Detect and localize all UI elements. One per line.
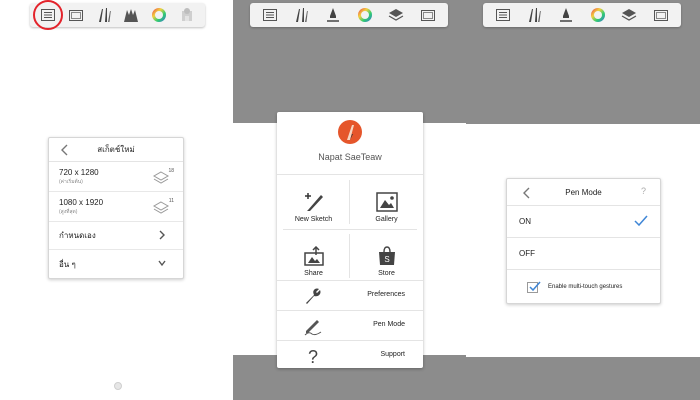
new-sketch-label: New Sketch: [294, 216, 333, 223]
back-icon[interactable]: [521, 186, 533, 200]
new-sketch-dialog: สเก็ตช์ใหม่ 720 x 1280 (ค่าเริ่มต้น) 18 …: [48, 137, 184, 279]
app-menu-card: Napat SaeTeaw New Sketch Gallery Share S…: [277, 112, 423, 368]
layers-icon: [153, 171, 169, 184]
chevron-down-icon: [158, 260, 166, 267]
multi-touch-checkbox[interactable]: [527, 281, 541, 293]
list-icon[interactable]: [260, 5, 280, 25]
help-icon[interactable]: ?: [641, 186, 646, 196]
brushes-icon[interactable]: [94, 5, 114, 25]
custom-size-row[interactable]: กำหนดเอง: [49, 222, 183, 250]
other-label: อื่น ๆ: [59, 259, 76, 269]
wrench-icon: [306, 288, 321, 304]
pen-mode-label: Pen Mode: [373, 321, 405, 328]
layers-count: 18: [168, 168, 174, 174]
new-sketch-icon: [304, 193, 323, 211]
divider: [349, 180, 350, 224]
disabled-tool-icon[interactable]: [177, 5, 197, 25]
size-label: 720 x 1280: [59, 167, 99, 177]
size-option-720[interactable]: 720 x 1280 (ค่าเริ่มต้น) 18: [49, 162, 183, 192]
size-label: 1080 x 1920: [59, 197, 104, 207]
canvas-icon[interactable]: [418, 5, 438, 25]
brushes-icon[interactable]: [291, 5, 311, 25]
layers-icon: [153, 201, 169, 214]
size-sublabel: (สูงที่สุด): [59, 208, 78, 215]
right-toolbar: [483, 3, 681, 27]
left-panel: สเก็ตช์ใหม่ 720 x 1280 (ค่าเริ่มต้น) 18 …: [0, 0, 233, 400]
color-wheel-icon[interactable]: [149, 5, 169, 25]
color-wheel-icon[interactable]: [355, 5, 375, 25]
mid-toolbar: [250, 3, 448, 27]
canvas-icon[interactable]: [651, 5, 671, 25]
preferences-label: Preferences: [367, 291, 405, 298]
pen-mode-row[interactable]: Pen Mode: [277, 310, 423, 340]
list-icon[interactable]: [493, 5, 513, 25]
share-label: Share: [304, 270, 323, 277]
dialog-header: สเก็ตช์ใหม่: [49, 138, 183, 162]
store-button[interactable]: S Store: [350, 229, 423, 283]
off-label: OFF: [519, 249, 535, 258]
support-row[interactable]: ? Support: [277, 340, 423, 370]
highlight-ring: [32, 0, 63, 30]
left-toolbar: [30, 0, 205, 30]
share-icon: [303, 246, 324, 266]
pen-mode-on-option[interactable]: ON: [507, 206, 660, 238]
chevron-right-icon: [159, 230, 165, 240]
store-label: Store: [378, 270, 395, 277]
back-icon[interactable]: [59, 143, 71, 157]
custom-label: กำหนดเอง: [59, 231, 96, 240]
dialog-title: Pen Mode: [565, 187, 602, 197]
store-icon: S: [378, 246, 395, 265]
color-wheel-icon[interactable]: [588, 5, 608, 25]
size-option-1080[interactable]: 1080 x 1920 (สูงที่สุด) 11: [49, 192, 183, 222]
checkmark-icon: [634, 215, 648, 227]
pen-tip-icon[interactable]: [556, 5, 576, 25]
share-button[interactable]: Share: [277, 229, 350, 283]
pen-tip-icon[interactable]: [323, 5, 343, 25]
layers-icon[interactable]: [386, 5, 406, 25]
question-icon: ?: [308, 347, 318, 366]
svg-text:?: ?: [308, 347, 318, 366]
svg-text:S: S: [384, 255, 389, 264]
gallery-label: Gallery: [375, 216, 398, 223]
canvas-icon[interactable]: [66, 5, 86, 25]
gallery-icon: [375, 192, 398, 212]
gallery-button[interactable]: Gallery: [350, 175, 423, 229]
other-row[interactable]: อื่น ๆ: [49, 250, 183, 278]
layers-count: 11: [168, 198, 174, 204]
pen-mode-icon: [304, 320, 322, 336]
brushes-icon[interactable]: [524, 5, 544, 25]
preferences-row[interactable]: Preferences: [277, 280, 423, 310]
gallery-icon[interactable]: [32, 0, 63, 30]
canvas-handle-dot[interactable]: [114, 382, 122, 390]
avatar[interactable]: [338, 120, 362, 144]
username: Napat SaeTeaw: [318, 152, 382, 162]
dialog-title: สเก็ตช์ใหม่: [97, 145, 135, 154]
pen-mode-off-option[interactable]: OFF: [507, 238, 660, 270]
pen-mode-dialog: Pen Mode ? ON OFF Enable multi-touch ges…: [506, 178, 661, 304]
new-sketch-button[interactable]: New Sketch: [277, 175, 350, 229]
on-label: ON: [519, 217, 531, 226]
multi-touch-label: Enable multi-touch gestures: [548, 284, 623, 290]
support-label: Support: [380, 351, 405, 358]
layers-icon[interactable]: [619, 5, 639, 25]
dialog-header: Pen Mode ?: [507, 179, 660, 206]
size-sublabel: (ค่าเริ่มต้น): [59, 178, 83, 185]
multi-touch-gestures-row[interactable]: Enable multi-touch gestures: [507, 270, 660, 304]
divider: [349, 234, 350, 278]
brush-set-icon[interactable]: [121, 5, 141, 25]
